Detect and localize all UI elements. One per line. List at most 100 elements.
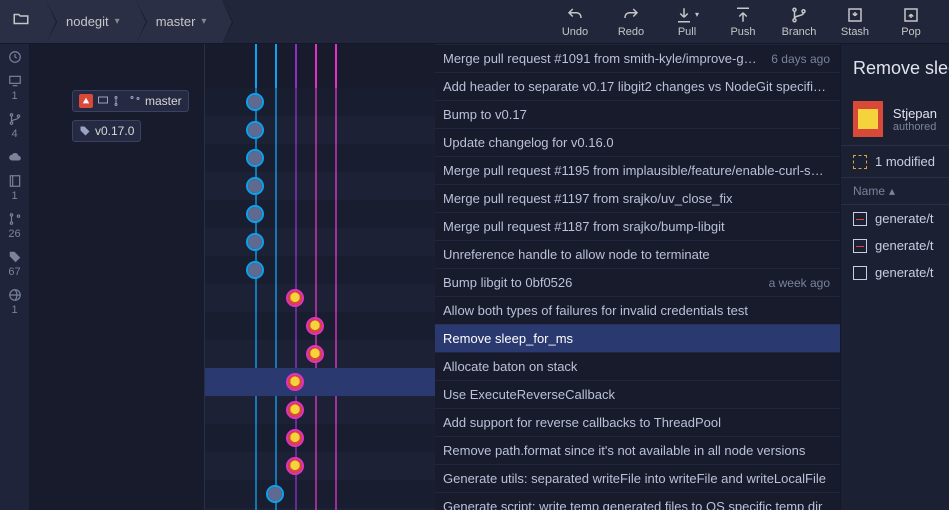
modified-icon xyxy=(853,155,867,169)
commit-node-avatar[interactable] xyxy=(266,485,284,503)
file-name: generate/t xyxy=(875,238,934,253)
commit-row[interactable]: Remove path.format since it's not availa… xyxy=(435,436,840,464)
push-icon xyxy=(734,6,752,24)
commit-node-author-icon[interactable] xyxy=(286,457,304,475)
pull-icon xyxy=(675,6,693,24)
row-ribbon xyxy=(205,368,435,396)
commit-row[interactable]: Bump to v0.17 xyxy=(435,100,840,128)
file-item[interactable]: generate/t xyxy=(841,205,949,232)
commit-message: Remove path.format since it's not availa… xyxy=(443,443,830,458)
commit-node-avatar[interactable] xyxy=(246,177,264,195)
rail-tags[interactable]: 67 xyxy=(8,250,22,278)
commit-row[interactable]: Bump libgit to 0bf0526a week ago xyxy=(435,268,840,296)
commit-row[interactable]: Update changelog for v0.16.0 xyxy=(435,128,840,156)
author-sub: authored xyxy=(893,121,937,133)
commit-node-avatar[interactable] xyxy=(246,261,264,279)
pop-button[interactable]: Pop xyxy=(883,0,939,43)
branch-name: master xyxy=(156,14,196,29)
commit-node-avatar[interactable] xyxy=(246,149,264,167)
tag-icon xyxy=(79,125,91,137)
commit-node-avatar[interactable] xyxy=(246,93,264,111)
author-name: Stjepan xyxy=(893,106,937,121)
commit-node-author-icon[interactable] xyxy=(286,429,304,447)
rail-local[interactable]: 4 xyxy=(8,112,22,140)
row-ribbon xyxy=(205,116,435,144)
rail-repo[interactable]: 1 xyxy=(8,174,22,202)
toolbar-actions: Undo Redo ▾ Pull Push Branch Stash Pop xyxy=(547,0,949,43)
commit-row[interactable]: Allow both types of failures for invalid… xyxy=(435,296,840,324)
deleted-icon xyxy=(853,212,867,226)
undo-button[interactable]: Undo xyxy=(547,0,603,43)
commit-message: Allow both types of failures for invalid… xyxy=(443,303,830,318)
pop-icon xyxy=(902,6,920,24)
repo-picker[interactable] xyxy=(0,0,46,43)
commit-row[interactable]: Add support for reverse callbacks to Thr… xyxy=(435,408,840,436)
file-name: generate/t xyxy=(875,211,934,226)
commit-node-avatar[interactable] xyxy=(246,233,264,251)
breadcrumb: nodegit ▾ master ▾ xyxy=(0,0,222,43)
repo-crumb[interactable]: nodegit ▾ xyxy=(46,0,136,43)
commit-row[interactable]: Merge pull request #1195 from implausibl… xyxy=(435,156,840,184)
commit-node-author-icon[interactable] xyxy=(286,401,304,419)
chevron-down-icon: ▾ xyxy=(115,16,120,27)
stash-icon xyxy=(846,6,864,24)
modified-icon xyxy=(853,266,867,280)
branch-crumb[interactable]: master ▾ xyxy=(136,0,223,43)
commit-row[interactable]: Remove sleep_for_ms xyxy=(435,324,840,352)
commit-row[interactable]: Generate utils: separated writeFile into… xyxy=(435,464,840,492)
commit-row[interactable]: Add header to separate v0.17 libgit2 cha… xyxy=(435,72,840,100)
ref-label-gutter: master v0.17.0 xyxy=(30,44,205,510)
commit-node-avatar[interactable] xyxy=(246,205,264,223)
file-item[interactable]: generate/t xyxy=(841,259,949,286)
rail-clock[interactable] xyxy=(8,50,22,64)
rail-monitor[interactable]: 1 xyxy=(8,74,22,102)
commit-node-author-icon[interactable] xyxy=(306,345,324,363)
commit-row[interactable]: Allocate baton on stack xyxy=(435,352,840,380)
commit-graph-panel: master v0.17.0 Merge pull request #1091 … xyxy=(30,44,840,510)
commit-row[interactable]: Merge pull request #1091 from smith-kyle… xyxy=(435,44,840,72)
commit-time: 6 days ago xyxy=(771,52,830,66)
author-block: Stjepan authored xyxy=(841,93,949,145)
modified-summary[interactable]: 1 modified xyxy=(841,145,949,178)
commit-message: Generate script: write temp generated fi… xyxy=(443,499,830,510)
row-ribbon xyxy=(205,396,435,424)
row-ribbon xyxy=(205,228,435,256)
commit-row[interactable]: Generate script: write temp generated fi… xyxy=(435,492,840,510)
rail-branches[interactable]: 26 xyxy=(8,212,22,240)
commit-node-author-icon[interactable] xyxy=(306,317,324,335)
row-ribbon xyxy=(205,452,435,480)
branch-icon xyxy=(113,95,125,107)
commit-message: Merge pull request #1197 from srajko/uv_… xyxy=(443,191,830,206)
commit-message: Add support for reverse callbacks to Thr… xyxy=(443,415,830,430)
ref-master[interactable]: master xyxy=(72,90,189,112)
commit-row[interactable]: Use ExecuteReverseCallback xyxy=(435,380,840,408)
commit-message: Remove sleep_for_ms xyxy=(443,331,830,346)
file-col-header[interactable]: Name ▴ xyxy=(841,178,949,205)
pull-button[interactable]: ▾ Pull xyxy=(659,0,715,43)
branch-icon xyxy=(129,95,141,107)
row-ribbon xyxy=(205,144,435,172)
commit-row[interactable]: Unreference handle to allow node to term… xyxy=(435,240,840,268)
ref-tag-v017[interactable]: v0.17.0 xyxy=(72,120,141,142)
commit-node-author-icon[interactable] xyxy=(286,289,304,307)
rail-cloud[interactable] xyxy=(8,150,22,164)
warning-icon xyxy=(79,94,93,108)
commit-node-avatar[interactable] xyxy=(246,121,264,139)
branch-button[interactable]: Branch xyxy=(771,0,827,43)
file-name: generate/t xyxy=(875,265,934,280)
stash-button[interactable]: Stash xyxy=(827,0,883,43)
rail-remotes[interactable]: 1 xyxy=(8,288,22,316)
file-item[interactable]: generate/t xyxy=(841,232,949,259)
deleted-icon xyxy=(853,239,867,253)
undo-icon xyxy=(566,6,584,24)
push-button[interactable]: Push xyxy=(715,0,771,43)
folder-icon xyxy=(12,10,30,33)
commit-message: Unreference handle to allow node to term… xyxy=(443,247,830,262)
commit-node-author-icon[interactable] xyxy=(286,373,304,391)
commit-row[interactable]: Merge pull request #1197 from srajko/uv_… xyxy=(435,184,840,212)
commit-detail-panel: Remove slee Stjepan authored 1 modified … xyxy=(840,44,949,510)
redo-button[interactable]: Redo xyxy=(603,0,659,43)
left-rail: 1 4 1 26 67 1 xyxy=(0,44,30,510)
repo-name: nodegit xyxy=(66,14,109,29)
commit-row[interactable]: Merge pull request #1187 from srajko/bum… xyxy=(435,212,840,240)
